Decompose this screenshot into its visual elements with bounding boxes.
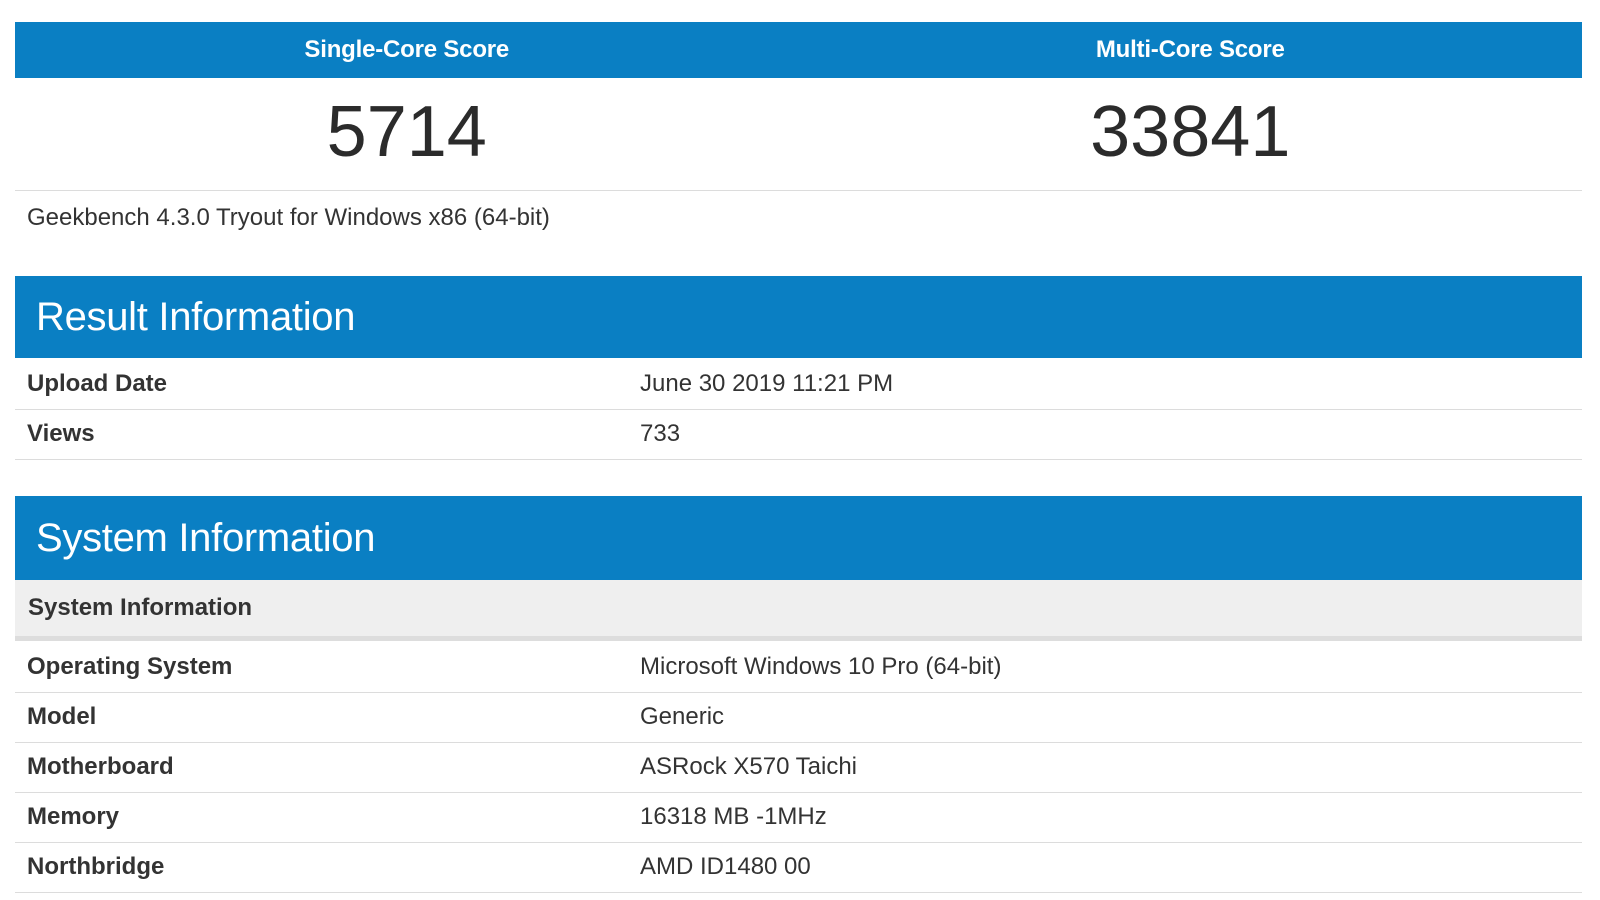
operating-system-value: Microsoft Windows 10 Pro (64-bit) (628, 642, 1582, 693)
northbridge-value: AMD ID1480 00 (628, 842, 1582, 893)
score-panel: Single-Core Score Multi-Core Score 5714 … (15, 22, 1582, 191)
multi-core-score-label: Multi-Core Score (1095, 36, 1285, 63)
multi-core-score-value: 33841 (1090, 92, 1291, 172)
geekbench-result-page: Single-Core Score Multi-Core Score 5714 … (0, 0, 1600, 900)
table-row: Memory 16318 MB -1MHz (15, 792, 1582, 843)
result-information-table: Upload Date June 30 2019 11:21 PM Views … (15, 359, 1582, 460)
table-row: Views 733 (15, 409, 1582, 460)
table-row: Northbridge AMD ID1480 00 (15, 842, 1582, 893)
upload-date-label: Upload Date (15, 359, 628, 410)
score-header-row: Single-Core Score Multi-Core Score (15, 22, 1582, 78)
geekbench-version-text: Geekbench 4.3.0 Tryout for Windows x86 (… (27, 204, 550, 231)
motherboard-label: Motherboard (15, 742, 628, 793)
views-label: Views (15, 409, 628, 460)
motherboard-value: ASRock X570 Taichi (628, 742, 1582, 793)
system-information-subheader-label: System Information (28, 594, 253, 621)
table-row: Operating System Microsoft Windows 10 Pr… (15, 642, 1582, 693)
system-information-title: System Information (36, 515, 376, 560)
system-information-subheader: System Information (15, 580, 1582, 641)
single-core-score-label: Single-Core Score (304, 36, 510, 63)
system-information-header: System Information (15, 496, 1582, 580)
memory-label: Memory (15, 792, 628, 843)
single-core-score-value: 5714 (326, 92, 487, 172)
upload-date-value: June 30 2019 11:21 PM (628, 359, 1582, 410)
model-label: Model (15, 692, 628, 743)
table-row: Model Generic (15, 692, 1582, 743)
memory-value: 16318 MB -1MHz (628, 792, 1582, 843)
northbridge-label: Northbridge (15, 842, 628, 893)
views-value: 733 (628, 409, 1582, 460)
table-row: Upload Date June 30 2019 11:21 PM (15, 359, 1582, 410)
score-values-row: 5714 33841 (15, 78, 1582, 191)
result-information-title: Result Information (36, 294, 356, 339)
system-information-table: Operating System Microsoft Windows 10 Pr… (15, 642, 1582, 893)
operating-system-label: Operating System (15, 642, 628, 693)
result-information-header: Result Information (15, 276, 1582, 358)
table-row: Motherboard ASRock X570 Taichi (15, 742, 1582, 793)
model-value: Generic (628, 692, 1582, 743)
